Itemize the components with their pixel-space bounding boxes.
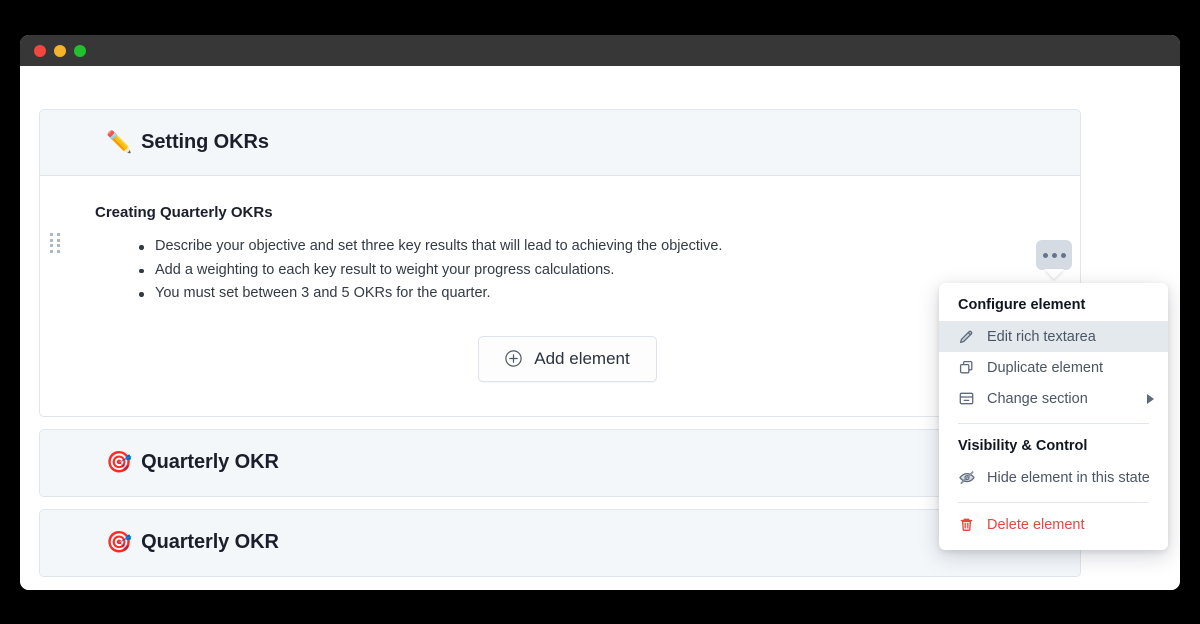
card-body-setting-okrs: Creating Quarterly OKRs Describe your ob… (40, 176, 1080, 416)
drag-handle-icon[interactable] (50, 233, 60, 253)
close-window-button[interactable] (34, 44, 46, 57)
card-quarterly-okr-2: 🎯 Quarterly OKR (39, 508, 1081, 577)
menu-item-delete-element[interactable]: Delete element (939, 509, 1168, 540)
minimize-window-button[interactable] (54, 44, 66, 57)
element-context-menu: Configure element Edit rich textarea Dup… (939, 283, 1168, 550)
duplicate-icon (958, 359, 977, 376)
section-icon (958, 390, 977, 407)
element-card-list: ✏️ Setting OKRs Creating Quarterly OKRs … (39, 109, 1081, 589)
list-item: You must set between 3 and 5 OKRs for th… (139, 282, 1040, 306)
card-quarterly-okr-1: 🎯 Quarterly OKR (39, 428, 1081, 497)
plus-circle-icon (505, 350, 522, 367)
menu-item-label: Change section (987, 390, 1088, 407)
card-setting-okrs: ✏️ Setting OKRs Creating Quarterly OKRs … (39, 109, 1081, 417)
kebab-dot (1051, 252, 1057, 258)
card-title: Quarterly OKR (141, 531, 279, 553)
menu-item-label: Edit rich textarea (987, 328, 1096, 345)
menu-group-heading-visibility: Visibility & Control (958, 438, 1088, 454)
card-title: Quarterly OKR (141, 451, 279, 473)
more-options-button[interactable] (1036, 240, 1072, 270)
direct-hit-emoji: 🎯 (106, 451, 133, 474)
menu-group-heading-configure: Configure element (958, 297, 1086, 313)
section-title: Creating Quarterly OKRs (95, 204, 273, 221)
chevron-right-icon (1147, 393, 1154, 404)
maximize-window-button[interactable] (74, 44, 86, 57)
browser-window: ✏️ Setting OKRs Creating Quarterly OKRs … (20, 35, 1180, 590)
menu-item-label: Delete element (987, 516, 1085, 533)
window-titlebar (20, 35, 1180, 66)
menu-item-label: Hide element in this state (987, 469, 1150, 486)
card-header-quarterly-okr-2[interactable]: 🎯 Quarterly OKR (40, 509, 1080, 576)
add-element-row: Add element (95, 335, 1040, 382)
menu-item-edit-rich-textarea[interactable]: Edit rich textarea (939, 321, 1168, 352)
eye-off-icon (958, 469, 977, 486)
menu-item-change-section[interactable]: Change section (939, 383, 1168, 414)
menu-item-label: Duplicate element (987, 359, 1104, 376)
add-element-label: Add element (534, 348, 630, 368)
list-item: Describe your objective and set three ke… (139, 235, 1040, 259)
menu-divider (958, 423, 1149, 424)
list-item: Add a weighting to each key result to we… (139, 259, 1040, 283)
card-title: Setting OKRs (141, 131, 269, 153)
menu-item-duplicate-element[interactable]: Duplicate element (939, 352, 1168, 383)
page-viewport: ✏️ Setting OKRs Creating Quarterly OKRs … (20, 66, 1180, 590)
pencil-icon (958, 328, 977, 345)
kebab-dot (1060, 252, 1066, 258)
bullet-list: Describe your objective and set three ke… (95, 235, 1040, 306)
direct-hit-emoji: 🎯 (106, 531, 133, 554)
trash-icon (958, 516, 977, 533)
add-element-button[interactable]: Add element (478, 335, 657, 382)
pencil-emoji: ✏️ (106, 131, 133, 154)
menu-item-hide-element[interactable]: Hide element in this state (939, 462, 1168, 493)
menu-divider (958, 502, 1149, 503)
card-header-setting-okrs[interactable]: ✏️ Setting OKRs (40, 110, 1080, 176)
card-header-quarterly-okr-1[interactable]: 🎯 Quarterly OKR (40, 429, 1080, 496)
kebab-dot (1042, 252, 1048, 258)
